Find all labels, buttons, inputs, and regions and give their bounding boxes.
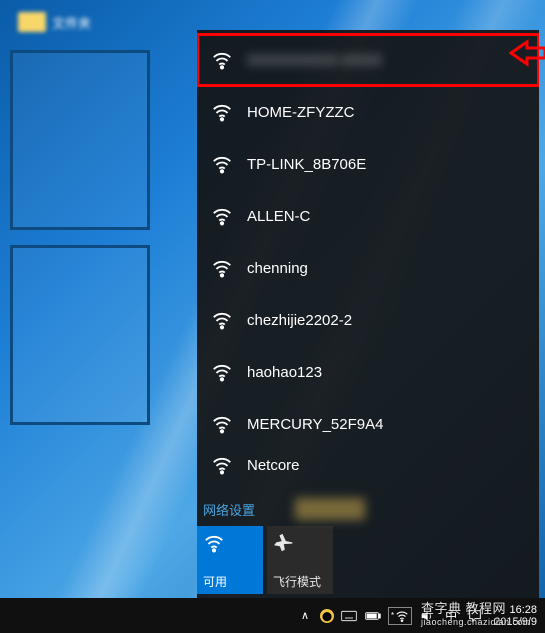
wifi-toggle-tile[interactable]: 可用: [197, 526, 263, 594]
wifi-network-item[interactable]: haohao123: [197, 346, 539, 398]
folder-label: 文件夹: [52, 13, 91, 32]
wifi-signal-icon: [211, 49, 233, 71]
wifi-network-item[interactable]: HOME-ZFYZZC: [197, 86, 539, 138]
airplane-mode-tile[interactable]: 飞行模式: [267, 526, 333, 594]
wallpaper-window-pane: [10, 245, 150, 425]
wifi-signal-icon: [211, 153, 233, 175]
ime-icon[interactable]: 中: [442, 607, 460, 625]
wifi-signal-icon: [211, 101, 233, 123]
system-tray: ∧ ⬤ * 中 16:28 2015/9/9: [296, 604, 539, 628]
tile-label: 飞行模式: [273, 573, 321, 590]
tray-app-icon[interactable]: ⬤: [320, 609, 334, 623]
wifi-network-list: XXXXXXXXX-XXXX HOME-ZFYZZC TP-LINK_8B706…: [197, 30, 539, 496]
wifi-signal-icon: [211, 361, 233, 383]
wifi-signal-icon: [211, 257, 233, 279]
wallpaper-window-pane: [10, 50, 150, 230]
airplane-icon: [273, 532, 295, 554]
wifi-network-item[interactable]: chezhijie2202-2: [197, 294, 539, 346]
wifi-ssid-label: Netcore: [247, 457, 300, 474]
tray-overflow-chevron-icon[interactable]: ∧: [296, 607, 314, 625]
action-center-icon[interactable]: [466, 607, 484, 625]
wifi-network-item[interactable]: chenning: [197, 242, 539, 294]
keyboard-icon[interactable]: [340, 607, 358, 625]
wifi-network-item[interactable]: XXXXXXXXX-XXXX: [197, 34, 539, 86]
tile-label: 可用: [203, 573, 227, 590]
wifi-ssid-label: haohao123: [247, 364, 322, 381]
wifi-ssid-label: TP-LINK_8B706E: [247, 156, 366, 173]
battery-icon[interactable]: [364, 607, 382, 625]
quick-action-tiles: 可用 飞行模式: [197, 526, 539, 598]
blurred-thumbnail: [295, 498, 365, 520]
wifi-network-item[interactable]: ALLEN-C: [197, 190, 539, 242]
volume-icon[interactable]: [418, 607, 436, 625]
wifi-ssid-label: HOME-ZFYZZC: [247, 104, 354, 121]
wifi-network-item[interactable]: Netcore: [197, 450, 539, 476]
wifi-available-star-icon: *: [391, 611, 394, 620]
clock-time: 16:28: [494, 604, 537, 616]
taskbar: ∧ ⬤ * 中 16:28 2015/9/9: [0, 598, 545, 633]
network-settings-link[interactable]: 网络设置: [203, 500, 255, 519]
wifi-network-item[interactable]: MERCURY_52F9A4: [197, 398, 539, 450]
desktop-folder-icon[interactable]: 文件夹: [18, 10, 128, 34]
folder-icon: [18, 12, 46, 32]
wifi-ssid-label: MERCURY_52F9A4: [247, 416, 383, 433]
wifi-signal-icon: [211, 454, 233, 476]
taskbar-clock[interactable]: 16:28 2015/9/9: [494, 604, 537, 628]
wifi-ssid-label: ALLEN-C: [247, 208, 310, 225]
wifi-signal-icon: [211, 309, 233, 331]
wifi-icon: [203, 532, 225, 554]
callout-arrow-icon: [509, 38, 545, 68]
wifi-signal-icon: [211, 413, 233, 435]
tray-wifi-icon[interactable]: *: [388, 607, 412, 625]
wifi-ssid-label: chenning: [247, 260, 308, 277]
wifi-flyout-panel: XXXXXXXXX-XXXX HOME-ZFYZZC TP-LINK_8B706…: [197, 30, 539, 598]
wifi-ssid-label: chezhijie2202-2: [247, 312, 352, 329]
wifi-signal-icon: [211, 205, 233, 227]
wifi-network-item[interactable]: TP-LINK_8B706E: [197, 138, 539, 190]
network-settings-row: 网络设置: [197, 496, 539, 526]
clock-date: 2015/9/9: [494, 616, 537, 628]
wifi-ssid-label: XXXXXXXXX-XXXX: [247, 52, 382, 69]
